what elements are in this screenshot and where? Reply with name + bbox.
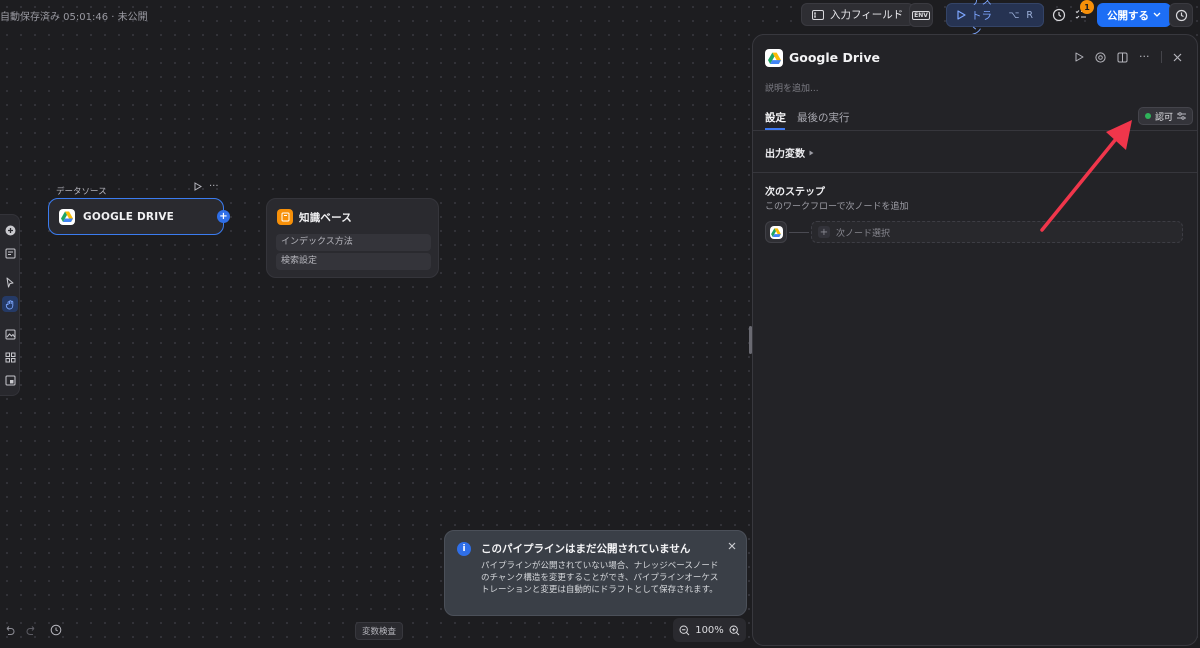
minimap-icon[interactable] xyxy=(2,372,18,388)
kb-node-title: 知識ベース xyxy=(299,212,352,224)
more-icon[interactable]: ··· xyxy=(209,181,219,191)
panel-title[interactable]: Google Drive xyxy=(789,50,880,65)
current-step-node xyxy=(765,221,787,243)
env-icon: ENV xyxy=(912,10,930,20)
node-actions: ··· xyxy=(194,181,219,191)
clock-check-icon xyxy=(1052,8,1066,22)
pointer-icon[interactable] xyxy=(2,274,18,290)
connector-line xyxy=(789,232,809,233)
google-drive-icon xyxy=(765,49,783,67)
annotation-arrow xyxy=(1040,120,1132,232)
auth-label: 認可 xyxy=(1155,112,1174,123)
canvas-toolbar xyxy=(0,214,20,396)
undo-icon[interactable] xyxy=(0,618,18,642)
checklist-badge: 1 xyxy=(1080,0,1094,14)
play-icon xyxy=(957,10,966,20)
authorization-button[interactable]: 認可 xyxy=(1138,107,1194,125)
datasource-label: データソース xyxy=(56,187,107,197)
close-icon[interactable] xyxy=(728,542,736,550)
add-note-icon[interactable] xyxy=(2,245,18,261)
kb-row-index-method: インデックス方法 xyxy=(276,234,431,251)
kb-row-search-settings: 検索設定 xyxy=(276,253,431,270)
change-history-icon[interactable] xyxy=(44,618,68,642)
panel-actions: ··· xyxy=(1075,51,1182,63)
caret-right-icon xyxy=(809,150,814,156)
more-icon[interactable]: ··· xyxy=(1139,51,1150,62)
settings-sliders-icon xyxy=(1177,112,1187,120)
knowledge-base-node[interactable]: 知識ベース インデックス方法 検索設定 xyxy=(266,198,439,278)
toast-title: このパイプラインはまだ公開されていません xyxy=(481,543,691,555)
shortcut-alt: ⌥ xyxy=(1008,9,1020,21)
add-node-icon[interactable] xyxy=(2,222,18,238)
input-field-icon xyxy=(812,9,824,20)
gdrive-node-title: GOOGLE DRIVE xyxy=(83,210,175,223)
next-step-title: 次のステップ xyxy=(765,187,825,198)
toast-body: パイプラインが公開されていない場合、ナレッジベースノードのチャンク構造を変更する… xyxy=(481,561,719,595)
redo-icon[interactable] xyxy=(18,618,44,642)
zoom-out-icon[interactable] xyxy=(679,624,690,636)
run-step-icon[interactable] xyxy=(1075,52,1084,62)
tab-settings[interactable]: 設定 xyxy=(765,110,786,125)
input-field-label: 入力フィールド xyxy=(830,9,904,21)
chevron-down-icon xyxy=(1153,12,1161,18)
add-next-node-handle[interactable]: + xyxy=(217,210,230,223)
autosave-status: 自動保存済み 05:01:46 · 未公開 xyxy=(0,12,148,23)
publish-label: 公開する xyxy=(1107,9,1149,22)
history-check-button[interactable] xyxy=(1047,3,1071,27)
zoom-control: 100% xyxy=(673,618,746,642)
variable-inspect-button[interactable]: 変数検査 xyxy=(355,622,404,640)
organize-blocks-icon[interactable] xyxy=(2,349,18,365)
hand-tool-icon[interactable] xyxy=(2,296,18,312)
zoom-level[interactable]: 100% xyxy=(695,625,724,636)
version-history-button[interactable] xyxy=(1169,3,1193,27)
output-vars-toggle[interactable]: 出力変数 xyxy=(765,145,814,160)
knowledge-base-icon xyxy=(277,209,293,225)
split-view-icon[interactable] xyxy=(1117,52,1128,63)
publish-button[interactable]: 公開する xyxy=(1097,3,1171,27)
close-icon[interactable] xyxy=(1173,53,1182,62)
next-node-select-label: 次ノード選択 xyxy=(836,228,891,239)
google-drive-icon xyxy=(769,225,783,239)
info-icon: i xyxy=(457,542,471,556)
run-node-icon[interactable] xyxy=(194,182,202,191)
auth-status-dot xyxy=(1145,113,1151,119)
google-drive-node[interactable]: GOOGLE DRIVE xyxy=(48,198,224,235)
unpublished-toast: i このパイプラインはまだ公開されていません パイプラインが公開されていない場合… xyxy=(444,530,747,616)
actions-divider xyxy=(1160,51,1162,63)
undo-redo-group xyxy=(0,618,68,642)
help-icon[interactable] xyxy=(1095,51,1106,63)
testrun-button[interactable]: テストラン ⌥ R xyxy=(946,0,1044,37)
export-image-icon[interactable] xyxy=(2,326,18,342)
zoom-in-icon[interactable] xyxy=(729,624,740,636)
output-vars-label: 出力変数 xyxy=(765,149,805,160)
input-field-button[interactable]: 入力フィールド xyxy=(801,3,915,26)
tab-last-run[interactable]: 最後の実行 xyxy=(797,110,850,125)
description-field[interactable]: 説明を追加... xyxy=(765,81,819,94)
shortcut-r: R xyxy=(1026,9,1033,21)
plus-icon: + xyxy=(818,226,830,238)
testrun-label: テストラン xyxy=(971,0,992,37)
history-icon xyxy=(1175,9,1188,22)
google-drive-icon xyxy=(59,208,75,225)
env-button[interactable]: ENV xyxy=(909,3,933,27)
next-step-subtitle: このワークフローで次ノードを追加 xyxy=(765,202,909,212)
